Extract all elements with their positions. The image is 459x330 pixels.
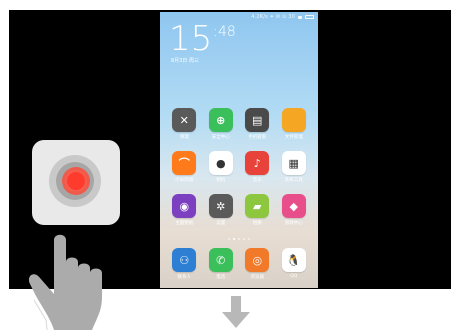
app-game-center[interactable]: ◆ 游戏中心 <box>279 194 309 226</box>
app-label: 相册 <box>252 221 262 226</box>
touch-point-icon <box>67 172 85 190</box>
app-themes[interactable]: ◉ 主题壁纸 <box>169 194 199 226</box>
music-icon: ♪ <box>245 151 270 175</box>
camera-icon: ● <box>208 151 233 175</box>
page-indicator <box>160 238 318 240</box>
app-row: ⌒ 小米商城 ● 相机 ♪ 音乐 ▦ 系统工具 <box>160 151 318 183</box>
clock-minutes: 48 <box>217 24 236 40</box>
contacts-icon: ⚇ <box>172 248 197 272</box>
tools-folder-icon: ▦ <box>281 151 306 175</box>
app-contacts[interactable]: ⚇ 联系人 <box>169 248 199 280</box>
phone-icon: ✆ <box>208 248 233 272</box>
settings-gear-icon: ✲ <box>208 194 233 218</box>
app-qq[interactable]: 🐧 QQ <box>279 248 309 280</box>
app-label: 相机 <box>216 178 226 183</box>
phone-screen: 4.2K/s ✦ ✉ ⊙ 30 15:48 8月3日 周三 ✕ 清理 ⊕ 安全中心 ▤ 手… <box>160 12 318 288</box>
manager-icon: ▤ <box>245 108 270 132</box>
app-label: QQ <box>290 274 298 279</box>
app-label: 电话 <box>216 275 226 280</box>
app-phone[interactable]: ✆ 电话 <box>206 248 236 280</box>
app-label: 手机管家 <box>248 135 267 140</box>
app-label: 主题壁纸 <box>175 221 194 226</box>
app-label: 设置 <box>216 221 226 226</box>
app-label: 联系人 <box>177 275 192 280</box>
battery-icon <box>305 15 314 19</box>
app-label: 清理 <box>179 135 189 140</box>
app-label: 小米商城 <box>175 178 194 183</box>
security-shield-icon: ⊕ <box>208 108 233 132</box>
app-security-shield[interactable]: ⊕ 安全中心 <box>206 108 236 140</box>
app-label: 文件管理 <box>284 135 303 140</box>
signal-icon <box>298 15 302 19</box>
folder-icon <box>281 108 306 132</box>
down-arrow-icon <box>222 296 250 328</box>
status-text: 4.2K/s ✦ ✉ ⊙ 30 <box>251 14 295 20</box>
qq-icon: 🐧 <box>281 248 306 272</box>
app-label: 音乐 <box>252 178 262 183</box>
app-label: 浏览器 <box>250 275 265 280</box>
cleaner-icon: ✕ <box>172 108 197 132</box>
app-row: ◉ 主题壁纸 ✲ 设置 ▰ 相册 ◆ 游戏中心 <box>160 194 318 226</box>
app-label: 安全中心 <box>211 135 230 140</box>
mi-store-icon: ⌒ <box>172 151 197 175</box>
app-settings-gear[interactable]: ✲ 设置 <box>206 194 236 226</box>
app-browser[interactable]: ◎ 浏览器 <box>242 248 272 280</box>
app-manager[interactable]: ▤ 手机管家 <box>242 108 272 140</box>
app-folder[interactable]: 文件管理 <box>279 108 309 140</box>
clock-hours: 15 <box>169 19 213 59</box>
app-label: 系统工具 <box>284 178 303 183</box>
themes-icon: ◉ <box>172 194 197 218</box>
app-music[interactable]: ♪ 音乐 <box>242 151 272 183</box>
dock: ⚇ 联系人 ✆ 电话 ◎ 浏览器 🐧 QQ <box>160 248 318 280</box>
game-center-icon: ◆ <box>281 194 306 218</box>
lock-clock: 15:48 <box>169 22 236 56</box>
gallery-icon: ▰ <box>245 194 270 218</box>
clock-date: 8月3日 周三 <box>171 58 199 64</box>
app-mi-store[interactable]: ⌒ 小米商城 <box>169 151 199 183</box>
app-tools-folder[interactable]: ▦ 系统工具 <box>279 151 309 183</box>
app-label: 游戏中心 <box>284 221 303 226</box>
app-camera[interactable]: ● 相机 <box>206 151 236 183</box>
browser-icon: ◎ <box>245 248 270 272</box>
app-gallery[interactable]: ▰ 相册 <box>242 194 272 226</box>
app-row: ✕ 清理 ⊕ 安全中心 ▤ 手机管家 文件管理 <box>160 108 318 140</box>
app-cleaner[interactable]: ✕ 清理 <box>169 108 199 140</box>
hand-pointer-icon <box>28 234 102 330</box>
